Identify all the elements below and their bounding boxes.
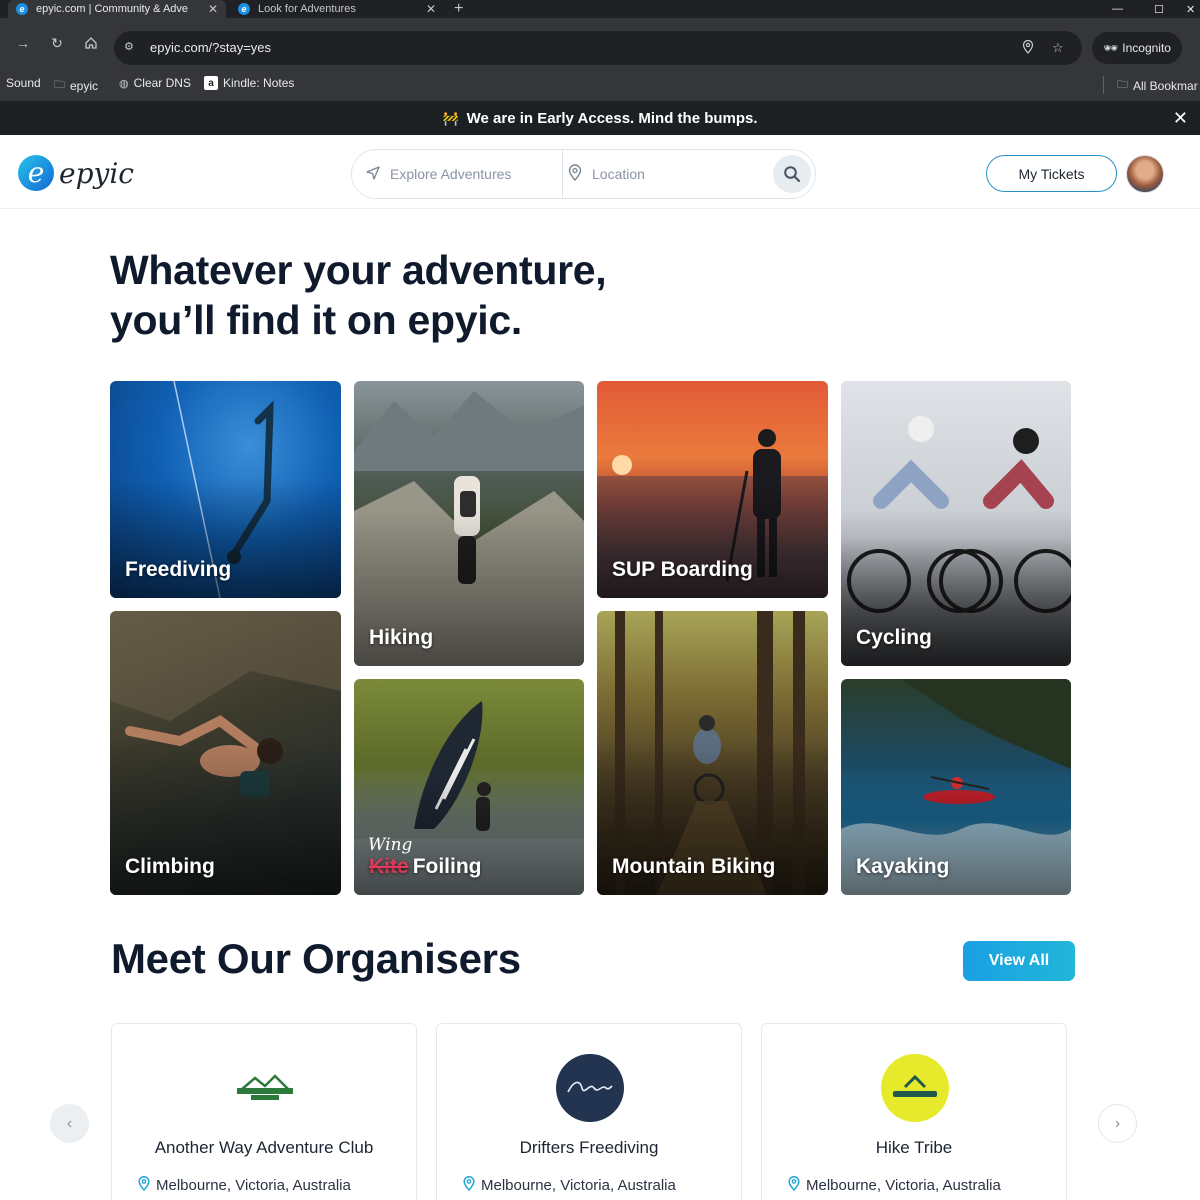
organiser-card[interactable]: Another Way Adventure Club Melbourne, Vi…: [111, 1023, 417, 1200]
category-label: SUP Boarding: [612, 558, 753, 581]
carousel-next-button[interactable]: ›: [1098, 1104, 1137, 1143]
category-label: Cycling: [856, 626, 932, 649]
tab-title: Look for Adventures: [258, 3, 356, 15]
tab-close-icon[interactable]: ✕: [208, 2, 218, 16]
back-arrow-icon[interactable]: →: [14, 34, 32, 52]
navigation-arrow-icon: [364, 165, 382, 184]
category-label: Climbing: [125, 855, 215, 878]
category-card-cycling[interactable]: Cycling: [841, 381, 1071, 666]
category-card-sup-boarding[interactable]: SUP Boarding: [597, 381, 828, 598]
category-label: Kayaking: [856, 855, 950, 878]
epyic-logo[interactable]: e epyic: [18, 155, 134, 191]
organiser-card[interactable]: Hike Tribe Melbourne, Victoria, Australi…: [761, 1023, 1067, 1200]
early-access-banner: 🚧 We are in Early Access. Mind the bumps…: [0, 102, 1200, 135]
epyic-favicon-icon: e: [238, 3, 250, 15]
construction-icon: 🚧: [442, 110, 459, 126]
search-icon: [784, 166, 801, 183]
globe-icon: ◍: [119, 77, 129, 90]
folder-icon: 🗀: [1117, 79, 1128, 91]
organiser-name: Drifters Freediving: [519, 1138, 659, 1157]
organiser-logo: [231, 1054, 299, 1122]
bookmark-item[interactable]: a Kindle: Notes: [204, 76, 294, 90]
bookmark-item[interactable]: ◍ Clear DNS: [119, 76, 191, 90]
category-card-climbing[interactable]: Climbing: [110, 611, 341, 895]
tab-title: epyic.com | Community & Adve: [36, 3, 189, 15]
explore-placeholder: Explore Adventures: [390, 166, 512, 182]
hero-heading: Whatever your adventure, you’ll find it …: [110, 245, 607, 345]
bookmark-item[interactable]: Sound: [6, 76, 41, 90]
category-card-wing-foiling[interactable]: Wing Kite Foiling: [354, 679, 584, 895]
view-all-button[interactable]: View All: [963, 941, 1075, 981]
address-url: epyic.com/?stay=yes: [150, 40, 272, 55]
category-label: Hiking: [369, 626, 434, 649]
organiser-location: Melbourne, Victoria, Australia: [463, 1176, 676, 1194]
location-pin-icon: [566, 164, 584, 184]
home-icon[interactable]: [82, 34, 100, 52]
wing-overlay-text: Wing: [368, 835, 413, 855]
location-input[interactable]: Location: [566, 150, 756, 198]
organiser-logo: [881, 1054, 949, 1122]
incognito-icon: 🕶: [1103, 41, 1119, 55]
new-tab-button[interactable]: +: [454, 0, 463, 18]
organiser-name: Another Way Adventure Club: [154, 1138, 374, 1157]
search-bar: Explore Adventures Location: [351, 149, 816, 199]
logo-wordmark: epyic: [59, 156, 134, 190]
address-bar[interactable]: ⚙ epyic.com/?stay=yes ☆: [114, 31, 1082, 65]
location-placeholder: Location: [592, 166, 645, 182]
bookmarks-divider: [1103, 76, 1104, 94]
organiser-location: Melbourne, Victoria, Australia: [138, 1176, 351, 1194]
site-settings-icon[interactable]: ⚙: [124, 40, 140, 56]
minimize-button[interactable]: —: [1112, 0, 1123, 18]
browser-tabstrip: e epyic.com | Community & Adve ✕ e Look …: [0, 0, 1200, 18]
organiser-card[interactable]: Drifters Freediving Melbourne, Victoria,…: [436, 1023, 742, 1200]
banner-close-icon[interactable]: ✕: [1173, 108, 1188, 129]
organiser-location: Melbourne, Victoria, Australia: [788, 1176, 1001, 1194]
category-label: Mountain Biking: [612, 855, 776, 878]
epyic-favicon-icon: e: [16, 3, 28, 15]
struck-text: Kite: [369, 855, 409, 878]
location-pin-icon[interactable]: [1022, 39, 1034, 57]
reload-icon[interactable]: ↻: [48, 34, 66, 52]
category-card-hiking[interactable]: Hiking: [354, 381, 584, 666]
organisers-heading: Meet Our Organisers: [111, 935, 521, 982]
user-avatar[interactable]: [1126, 155, 1164, 193]
all-bookmarks[interactable]: 🗀 All Bookmar: [1117, 76, 1198, 95]
bookmarks-bar: Sound 🗀 epyic ◍ Clear DNS a Kindle: Notes 🗀…: [0, 68, 1200, 102]
my-tickets-button[interactable]: My Tickets: [986, 155, 1117, 192]
hero-line-1: Whatever your adventure,: [110, 247, 607, 293]
incognito-badge[interactable]: 🕶 Incognito: [1092, 32, 1182, 64]
organiser-name: Hike Tribe: [875, 1138, 953, 1157]
explore-adventures-input[interactable]: Explore Adventures: [364, 150, 560, 198]
logo-mark-icon: e: [18, 155, 54, 191]
hero-line-2: you’ll find it on epyic.: [110, 297, 522, 343]
bookmark-folder[interactable]: 🗀 epyic: [54, 76, 98, 95]
location-pin-icon: [138, 1176, 150, 1194]
category-card-kayaking[interactable]: Kayaking: [841, 679, 1071, 895]
folder-icon: 🗀: [54, 79, 65, 91]
organiser-logo: [556, 1054, 624, 1122]
maximize-button[interactable]: ☐: [1154, 0, 1164, 18]
carousel-prev-button[interactable]: ‹: [50, 1104, 89, 1143]
window-close-button[interactable]: ✕: [1186, 0, 1195, 18]
amazon-icon: a: [204, 76, 218, 90]
browser-tab[interactable]: e Look for Adventures ✕: [230, 0, 444, 18]
location-pin-icon: [788, 1176, 800, 1194]
incognito-label: Incognito: [1122, 41, 1171, 55]
site-header: e epyic Explore Adventures Location My T…: [0, 135, 1200, 209]
bookmark-star-icon[interactable]: ☆: [1052, 40, 1064, 56]
search-divider: [562, 150, 563, 198]
category-card-freediving[interactable]: Freediving: [110, 381, 341, 598]
category-card-mountain-biking[interactable]: Mountain Biking: [597, 611, 828, 895]
banner-text: We are in Early Access. Mind the bumps.: [466, 110, 758, 127]
category-label: Kite Foiling: [369, 855, 482, 878]
browser-tab-active[interactable]: e epyic.com | Community & Adve ✕: [8, 0, 226, 18]
location-pin-icon: [463, 1176, 475, 1194]
category-label: Freediving: [125, 558, 232, 581]
browser-toolbar: → ↻ ⚙ epyic.com/?stay=yes ☆ 🕶 Incognito: [0, 18, 1200, 68]
tab-close-icon[interactable]: ✕: [426, 2, 436, 16]
search-button[interactable]: [773, 155, 811, 193]
